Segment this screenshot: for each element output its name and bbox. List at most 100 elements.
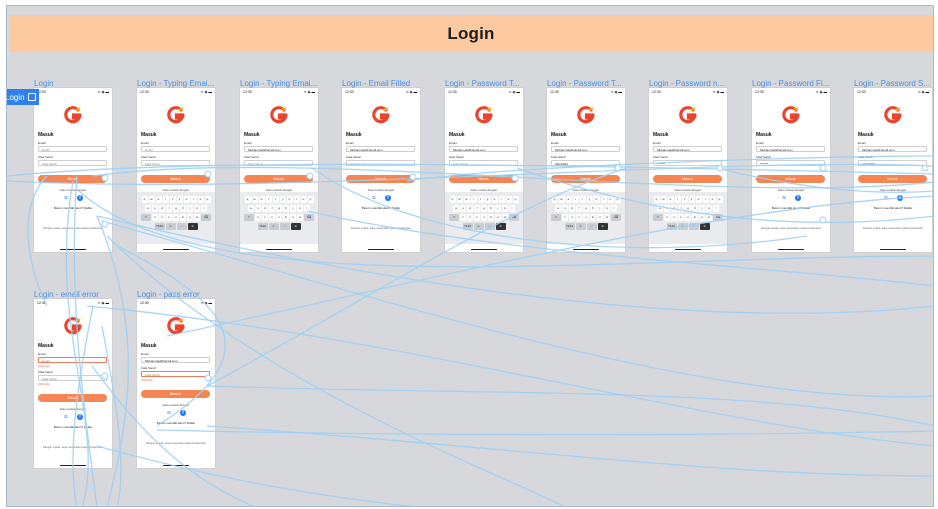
email-field[interactable]: Muhammad@gmail.com: [244, 146, 313, 152]
keyboard-key[interactable]: x: [569, 214, 575, 221]
keyboard-key[interactable]: v: [173, 214, 179, 221]
keyboard-key[interactable]: o: [300, 196, 307, 203]
keyboard-key[interactable]: z: [460, 214, 466, 221]
register-link[interactable]: Belum memiliki akun? Daftar: [137, 421, 215, 425]
keyboard-key[interactable]: d: [569, 205, 575, 212]
keyboard-key[interactable]: ⇧: [551, 214, 561, 221]
frame-label[interactable]: Login - Password T...: [445, 79, 520, 88]
keyboard-key[interactable]: v: [276, 214, 282, 221]
keyboard-key[interactable]: e: [565, 196, 572, 203]
facebook-icon[interactable]: f: [385, 195, 391, 201]
keyboard-key[interactable]: l: [201, 205, 207, 212]
submit-button[interactable]: Masuk: [244, 175, 313, 183]
keyboard-key[interactable]: l: [304, 205, 310, 212]
keyboard-key[interactable]: p: [512, 196, 519, 203]
keyboard-key[interactable]: i: [498, 196, 505, 203]
keyboard-key[interactable]: a: [657, 205, 663, 212]
keyboard-key[interactable]: ?123: [666, 223, 677, 230]
google-icon[interactable]: G: [883, 195, 889, 201]
password-field[interactable]: Kata Sandi: [244, 160, 313, 166]
facebook-icon[interactable]: f: [77, 195, 83, 201]
on-screen-keyboard[interactable]: q w e r t y u i o p a s d f g h j k l ⇧ z x c v b n m ⌫ ?123 ☺ ◌ ➜: [547, 192, 625, 244]
keyboard-key[interactable]: w: [456, 196, 463, 203]
submit-button[interactable]: Masuk: [756, 175, 825, 183]
frame-label[interactable]: Login - Password Fi...: [752, 79, 829, 88]
keyboard-key[interactable]: ➜: [290, 223, 301, 230]
google-icon[interactable]: G: [371, 195, 377, 201]
keyboard-key[interactable]: u: [695, 196, 702, 203]
keyboard-key[interactable]: z: [664, 214, 670, 221]
keyboard-key[interactable]: ⌫: [201, 214, 211, 221]
keyboard-key[interactable]: w: [148, 196, 155, 203]
submit-button[interactable]: Masuk: [653, 175, 722, 183]
keyboard-key[interactable]: y: [279, 196, 286, 203]
keyboard-key[interactable]: p: [716, 196, 723, 203]
keyboard-key[interactable]: r: [265, 196, 272, 203]
keyboard-key[interactable]: d: [159, 205, 165, 212]
keyboard-key[interactable]: k: [502, 205, 508, 212]
keyboard-key[interactable]: n: [290, 214, 296, 221]
facebook-icon[interactable]: f: [897, 195, 903, 201]
keyboard-key[interactable]: ➜: [699, 223, 710, 230]
keyboard-key[interactable]: y: [688, 196, 695, 203]
keyboard-key[interactable]: ⌫: [304, 214, 314, 221]
register-link[interactable]: Belum memiliki akun? Daftar: [342, 206, 420, 210]
keyboard-key[interactable]: g: [481, 205, 487, 212]
keyboard-key[interactable]: ?123: [154, 223, 165, 230]
keyboard-key[interactable]: h: [692, 205, 698, 212]
keyboard-key[interactable]: p: [614, 196, 621, 203]
keyboard-key[interactable]: c: [166, 214, 172, 221]
frame-label[interactable]: Login - Typing Emai...: [137, 79, 214, 88]
keyboard-key[interactable]: a: [453, 205, 459, 212]
keyboard-key[interactable]: t: [169, 196, 176, 203]
keyboard-key[interactable]: ⇧: [244, 214, 254, 221]
frame-label[interactable]: Login - Password n...: [649, 79, 724, 88]
keyboard-key[interactable]: ◌: [586, 223, 597, 230]
keyboard-key[interactable]: e: [463, 196, 470, 203]
keyboard-key[interactable]: w: [660, 196, 667, 203]
password-field[interactable]: Kata Sandi: [346, 160, 415, 166]
keyboard-key[interactable]: g: [276, 205, 282, 212]
keyboard-key[interactable]: f: [269, 205, 275, 212]
keyboard-key[interactable]: r: [674, 196, 681, 203]
keyboard-key[interactable]: i: [600, 196, 607, 203]
keyboard-key[interactable]: p: [204, 196, 211, 203]
keyboard-key[interactable]: d: [262, 205, 268, 212]
keyboard-key[interactable]: a: [248, 205, 254, 212]
keyboard-key[interactable]: d: [467, 205, 473, 212]
register-link[interactable]: Belum memiliki akun? Daftar: [854, 206, 932, 210]
keyboard-key[interactable]: y: [484, 196, 491, 203]
keyboard-key[interactable]: b: [692, 214, 698, 221]
keyboard-key[interactable]: ☺: [268, 223, 279, 230]
keyboard-key[interactable]: q: [141, 196, 148, 203]
google-icon[interactable]: G: [63, 195, 69, 201]
keyboard-key[interactable]: t: [272, 196, 279, 203]
facebook-icon[interactable]: f: [795, 195, 801, 201]
frame-label[interactable]: Login - pass error: [137, 290, 200, 299]
email-field[interactable]: Muhammad@gmail.com: [449, 146, 518, 152]
keyboard-key[interactable]: ◌: [176, 223, 187, 230]
submit-button[interactable]: Masuk: [141, 175, 210, 183]
keyboard-key[interactable]: ☺: [473, 223, 484, 230]
keyboard-key[interactable]: ◌: [279, 223, 290, 230]
keyboard-key[interactable]: o: [709, 196, 716, 203]
email-field[interactable]: Muhammad@gmail.com: [551, 146, 620, 152]
phone-frame[interactable]: 12:30 ▪▪ ◉ ▬ Masuk Email Muhammad@gmail.com K…: [649, 88, 727, 252]
password-field[interactable]: Kata Sandi: [141, 371, 210, 377]
keyboard-key[interactable]: k: [604, 205, 610, 212]
register-link[interactable]: Belum memiliki akun? Daftar: [34, 206, 112, 210]
phone-frame[interactable]: 12:30 ▪▪ ◉ ▬ Masuk Email Muhammad@gmail.com K…: [445, 88, 523, 252]
password-field[interactable]: Abm9224: [551, 160, 620, 166]
keyboard-key[interactable]: l: [509, 205, 515, 212]
keyboard-key[interactable]: m: [502, 214, 508, 221]
section-header[interactable]: Login: [9, 15, 933, 52]
keyboard-key[interactable]: a: [555, 205, 561, 212]
keyboard-key[interactable]: n: [699, 214, 705, 221]
keyboard-key[interactable]: x: [671, 214, 677, 221]
keyboard-key[interactable]: z: [255, 214, 261, 221]
password-field[interactable]: Kata Sandi: [38, 160, 107, 166]
keyboard-key[interactable]: ☺: [677, 223, 688, 230]
password-field[interactable]: *******: [653, 160, 722, 166]
phone-frame[interactable]: 12:30 ▪▪ ◉ ▬ Masuk Email Muhammad@gmail.com K…: [547, 88, 625, 252]
keyboard-key[interactable]: ⇧: [653, 214, 663, 221]
